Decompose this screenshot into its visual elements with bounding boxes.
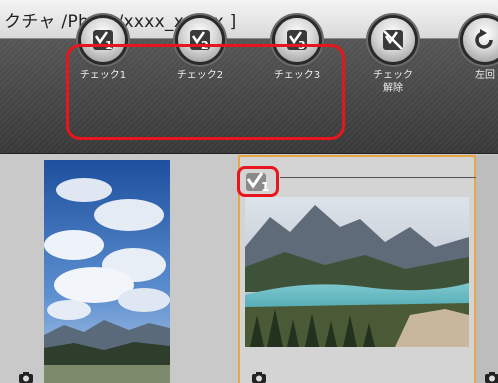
- svg-text:3: 3: [298, 39, 306, 52]
- check-2-icon: 2: [178, 18, 222, 62]
- check2-button[interactable]: 2 チェック2: [165, 18, 235, 82]
- svg-text:2: 2: [201, 39, 209, 52]
- rotate-left-icon: [463, 18, 498, 62]
- thumbnail-portrait-sky[interactable]: [44, 160, 170, 383]
- camera-icon: [252, 372, 266, 383]
- uncheck-button[interactable]: チェック 解除: [358, 18, 428, 95]
- rotate-left-label: 左回: [475, 70, 495, 81]
- uncheck-label: チェック 解除: [373, 70, 413, 94]
- check1-button[interactable]: 1 チェック1: [68, 18, 138, 82]
- uncheck-icon: [371, 18, 415, 62]
- check3-button[interactable]: 3 チェック3: [262, 18, 332, 82]
- thumbnail-lake-landscape[interactable]: [245, 197, 469, 347]
- rotate-left-button[interactable]: 左回: [455, 18, 498, 82]
- camera-icon: [485, 372, 498, 383]
- check2-label: チェック2: [176, 70, 224, 81]
- camera-icon: [19, 372, 33, 383]
- check-mark-highlight: [237, 166, 279, 197]
- thumbnail-partial-next[interactable]: [476, 155, 498, 383]
- check1-label: チェック1: [79, 70, 127, 81]
- check3-label: チェック3: [273, 70, 321, 81]
- check-1-icon: 1: [81, 18, 125, 62]
- check-3-icon: 3: [275, 18, 319, 62]
- divider-line: [280, 177, 498, 178]
- svg-text:1: 1: [105, 39, 113, 52]
